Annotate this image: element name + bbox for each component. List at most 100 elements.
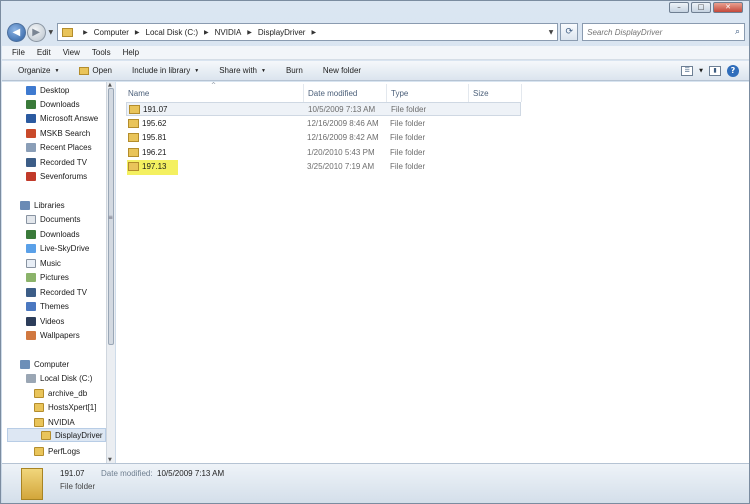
tree-item-label: NVIDIA (48, 417, 75, 427)
table-row[interactable]: 197.13 3/25/2010 7:19 AM File folder (126, 160, 521, 174)
menu-file[interactable]: File (12, 48, 25, 57)
column-header-date-modified[interactable]: Date modified (308, 89, 357, 98)
refresh-button[interactable]: ⟳ (560, 23, 579, 41)
tree-item-mskb-search[interactable]: MSKB Search (26, 126, 90, 140)
search-box[interactable]: ⌕ (582, 23, 745, 41)
table-row[interactable]: 191.07 10/5/2009 7:13 AM File folder (126, 102, 521, 116)
search-icon[interactable]: ⌕ (735, 27, 740, 37)
tree-item-videos[interactable]: Videos (26, 314, 64, 328)
chevron-right-icon[interactable]: ▶ (247, 29, 252, 36)
open-button[interactable]: Open (79, 66, 112, 75)
tree-item-libraries[interactable]: Libraries (20, 198, 65, 212)
menu-help[interactable]: Help (123, 48, 139, 57)
preview-pane-icon[interactable]: ▮ (709, 65, 721, 76)
tree-item-downloads[interactable]: Downloads (26, 97, 80, 111)
tree-item-sevenforums[interactable]: Sevenforums (26, 169, 87, 183)
details-pane: 191.07 Date modified: 10/5/2009 7:13 AM … (2, 463, 749, 503)
help-icon[interactable]: ? (727, 64, 739, 77)
open-label: Open (92, 66, 112, 75)
tree-item-label: Music (40, 258, 61, 268)
file-date: 10/5/2009 7:13 AM (308, 105, 376, 114)
column-divider[interactable] (386, 84, 387, 102)
folder-icon (34, 388, 44, 398)
tree-item-library-downloads[interactable]: Downloads (26, 227, 80, 241)
documents-icon (26, 214, 36, 224)
tree-item-desktop[interactable]: Desktop (26, 83, 69, 97)
tree-item-hostsxpert[interactable]: HostsXpert[1] (34, 400, 96, 414)
tree-item-live-skydrive[interactable]: Live-SkyDrive (26, 241, 89, 255)
themes-icon (26, 301, 36, 311)
tree-item-pictures[interactable]: Pictures (26, 270, 69, 284)
tree-item-label: Live-SkyDrive (40, 243, 90, 253)
tree-item-library-recorded-tv[interactable]: Recorded TV (26, 285, 87, 299)
tree-item-perflogs[interactable]: PerfLogs (34, 444, 80, 458)
sevenforums-icon (26, 171, 36, 181)
back-button[interactable]: ◀ (7, 22, 26, 42)
file-name: 195.62 (142, 119, 167, 128)
tree-item-displaydriver[interactable]: DisplayDriver (7, 428, 106, 442)
folder-icon (128, 119, 139, 128)
forward-button[interactable]: ▶ (26, 22, 46, 42)
column-header-size[interactable]: Size (473, 89, 489, 98)
view-dropdown-icon[interactable]: ▼ (699, 68, 703, 74)
tree-item-recent-places[interactable]: Recent Places (26, 140, 92, 154)
table-row[interactable]: 195.81 12/16/2009 8:42 AM File folder (126, 131, 521, 145)
minimize-button[interactable]: – (669, 2, 689, 13)
maximize-button[interactable]: □ (691, 2, 711, 13)
folder-icon (128, 162, 139, 171)
tree-item-themes[interactable]: Themes (26, 299, 69, 313)
menu-bar: File Edit View Tools Help (2, 46, 749, 60)
organize-button[interactable]: Organize ▼ (18, 66, 59, 75)
navigation-scrollbar[interactable]: ▲ ≡ ▼ (106, 82, 115, 463)
chevron-right-icon[interactable]: ▶ (311, 29, 316, 36)
tree-item-nvidia[interactable]: NVIDIA (34, 415, 75, 429)
tree-item-documents[interactable]: Documents (26, 212, 80, 226)
change-view-icon[interactable]: ☰ (681, 65, 694, 76)
folder-icon (21, 468, 43, 500)
tree-item-computer[interactable]: Computer (20, 357, 69, 371)
tree-item-local-disk[interactable]: Local Disk (C:) (26, 371, 92, 385)
tree-item-archive-db[interactable]: archive_db (34, 386, 87, 400)
tree-item-recorded-tv[interactable]: Recorded TV (26, 155, 87, 169)
file-type: File folder (390, 133, 426, 142)
table-row[interactable]: 196.21 1/20/2010 5:43 PM File folder (126, 146, 521, 160)
include-in-library-button[interactable]: Include in library ▼ (132, 66, 199, 75)
column-divider[interactable] (468, 84, 469, 102)
tree-item-label: Recorded TV (40, 157, 87, 167)
breadcrumb-displaydriver[interactable]: DisplayDriver (258, 28, 306, 37)
address-dropdown-icon[interactable]: ▼ (549, 29, 554, 36)
menu-edit[interactable]: Edit (37, 48, 51, 57)
breadcrumb-local-disk[interactable]: Local Disk (C:) (146, 28, 198, 37)
tree-item-label: Videos (40, 316, 65, 326)
chevron-right-icon[interactable]: ▶ (83, 29, 88, 36)
dropdown-arrow-icon: ▼ (261, 67, 266, 74)
chevron-right-icon[interactable]: ▶ (135, 29, 140, 36)
new-folder-button[interactable]: New folder (323, 66, 361, 75)
tree-item-microsoft-answers[interactable]: Microsoft Answe (26, 111, 98, 125)
menu-view[interactable]: View (63, 48, 80, 57)
tree-item-music[interactable]: Music (26, 256, 61, 270)
burn-button[interactable]: Burn (286, 66, 303, 75)
close-button[interactable]: ✕ (713, 2, 743, 13)
share-with-button[interactable]: Share with ▼ (219, 66, 266, 75)
file-date: 1/20/2010 5:43 PM (307, 148, 375, 157)
tree-item-label: MSKB Search (40, 128, 91, 138)
search-input[interactable] (587, 27, 735, 37)
tree-item-label: Libraries (34, 200, 65, 210)
column-header-type[interactable]: Type (391, 89, 408, 98)
address-bar[interactable]: ▶ Computer ▶ Local Disk (C:) ▶ NVIDIA ▶ … (57, 23, 559, 41)
column-divider[interactable] (303, 84, 304, 102)
tree-item-label: Computer (34, 359, 70, 369)
explorer-window: – □ ✕ ◀ ▶ ▼ ▶ Computer ▶ Local Disk (C:)… (0, 0, 750, 504)
recent-pages-dropdown-icon[interactable]: ▼ (49, 29, 54, 36)
chevron-right-icon[interactable]: ▶ (204, 29, 209, 36)
skydrive-icon (26, 243, 36, 253)
tree-item-wallpapers[interactable]: Wallpapers (26, 328, 80, 342)
column-divider[interactable] (521, 84, 522, 102)
menu-tools[interactable]: Tools (92, 48, 111, 57)
breadcrumb-nvidia[interactable]: NVIDIA (215, 28, 242, 37)
breadcrumb-computer[interactable]: Computer (94, 28, 129, 37)
table-row[interactable]: 195.62 12/16/2009 8:46 AM File folder (126, 117, 521, 131)
file-date: 12/16/2009 8:46 AM (307, 119, 379, 128)
column-header-name[interactable]: Name (128, 89, 149, 98)
